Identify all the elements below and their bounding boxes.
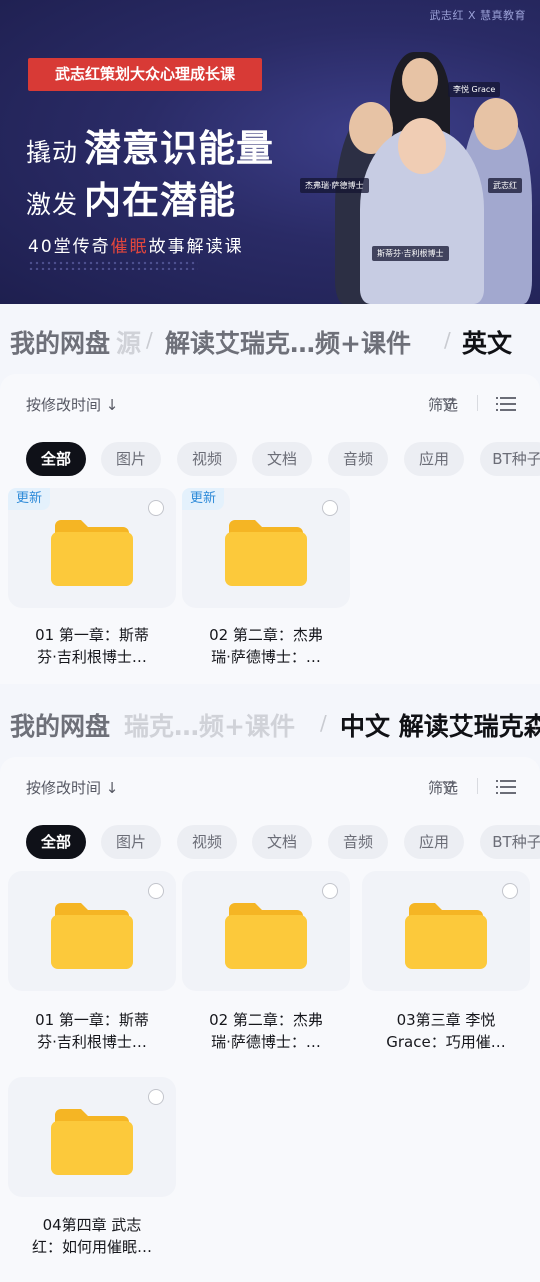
folder-icon [225, 520, 307, 586]
headline-1-text: 潜意识能量 [84, 127, 275, 170]
folder-icon [225, 903, 307, 969]
select-radio[interactable] [148, 883, 164, 899]
select-radio[interactable] [322, 500, 338, 516]
chip-all[interactable]: 全部 [26, 442, 86, 476]
select-radio[interactable] [148, 1089, 164, 1105]
chip-images[interactable]: 图片 [101, 442, 161, 476]
list-view-icon[interactable] [496, 396, 516, 412]
chip-all[interactable]: 全部 [26, 825, 86, 859]
banner-brand: 武志红 X 慧真教育 [429, 9, 526, 22]
chip-bt[interactable]: BT种子 [480, 825, 540, 859]
file-name-line-2: 芬·吉利根博士… [37, 648, 147, 666]
breadcrumb-current: 中文 解读艾瑞克森 [340, 712, 540, 741]
updated-badge: 更新 [182, 488, 225, 510]
file-name-line-1: 01 第一章：斯蒂 [35, 626, 149, 644]
speaker-head [398, 118, 446, 174]
breadcrumb-separator: / [444, 328, 451, 352]
file-name[interactable]: 02 第二章：杰弗 瑞·萨德博士：… [182, 1009, 350, 1053]
breadcrumb-root[interactable]: 我的网盘 [10, 324, 110, 360]
course-banner[interactable]: 武志红 X 慧真教育 武志红策划大众心理成长课 撬动 潜意识能量 激发 内在潜能 4… [0, 0, 540, 304]
divider [477, 778, 478, 794]
updated-badge: 更新 [8, 488, 51, 510]
headline-2-text: 内在潜能 [84, 179, 237, 222]
file-name-line-1: 01 第一章：斯蒂 [35, 1011, 149, 1029]
folder-icon [405, 903, 487, 969]
breadcrumb-faded[interactable]: 源 [116, 324, 141, 360]
breadcrumb-faded[interactable]: 瑞克…频+课件 [124, 707, 295, 743]
decor-dots [28, 260, 198, 270]
sort-by-modified-button[interactable]: 按修改时间 ↓ [26, 777, 118, 798]
file-name-line-2: 瑞·萨德博士：… [211, 648, 321, 666]
banner-subtitle: 40堂传奇催眠故事解读课 [28, 232, 244, 257]
breadcrumb-separator: / [320, 711, 327, 735]
speaker-name-wu: 武志红 [488, 178, 522, 193]
chip-audio[interactable]: 音频 [328, 825, 388, 859]
speaker-photo-gilligan [360, 118, 484, 304]
file-list-panel: 按修改时间 ↓ 筛选 全部 图片 视频 文档 音频 应用 BT种子 01 第一章… [0, 757, 540, 1282]
breadcrumb-separator: / [146, 328, 153, 352]
banner-headline-2: 激发 内在潜能 [26, 170, 236, 224]
chip-bt[interactable]: BT种子 [480, 442, 540, 476]
sort-bar: 按修改时间 ↓ 筛选 [0, 374, 540, 430]
sort-bar: 按修改时间 ↓ 筛选 [0, 757, 540, 813]
breadcrumb-root[interactable]: 我的网盘 [10, 707, 110, 743]
speaker-name-zeig: 杰弗瑞·萨德博士 [300, 178, 369, 193]
folder-icon [51, 903, 133, 969]
breadcrumb-parent[interactable]: 解读艾瑞克…频+课件 [165, 324, 411, 360]
folder-icon [51, 520, 133, 586]
file-name-line-2: 瑞·萨德博士：… [211, 1033, 321, 1051]
chip-audio[interactable]: 音频 [328, 442, 388, 476]
chip-apps[interactable]: 应用 [404, 825, 464, 859]
headline-1-prefix: 撬动 [26, 138, 79, 167]
folder-card[interactable] [8, 1077, 176, 1197]
divider [477, 395, 478, 411]
folder-card[interactable] [362, 871, 530, 991]
banner-tag: 武志红策划大众心理成长课 [28, 58, 262, 91]
chip-images[interactable]: 图片 [101, 825, 161, 859]
file-list-panel: 按修改时间 ↓ 筛选 全部 图片 视频 文档 音频 应用 BT种子 更新 01 … [0, 374, 540, 684]
subtitle-part-b: 故事解读课 [148, 237, 244, 257]
folder-icon [51, 1109, 133, 1175]
file-name[interactable]: 01 第一章：斯蒂 芬·吉利根博士… [8, 624, 176, 668]
select-radio[interactable] [148, 500, 164, 516]
folder-card[interactable]: 更新 [182, 488, 350, 608]
banner-headline-1: 撬动 潜意识能量 [26, 118, 274, 172]
file-name[interactable]: 04第四章 武志 红：如何用催眠… [8, 1214, 176, 1258]
sort-by-modified-button[interactable]: 按修改时间 ↓ [26, 394, 118, 415]
folder-card[interactable] [182, 871, 350, 991]
filter-icon[interactable] [442, 397, 456, 411]
file-name-line-1: 03第三章 李悦 [396, 1011, 496, 1029]
breadcrumb: 我的网盘 源 / 解读艾瑞克…频+课件 / 英文 [0, 306, 540, 376]
headline-2-prefix: 激发 [26, 190, 79, 219]
file-name[interactable]: 02 第二章：杰弗 瑞·萨德博士：… [182, 624, 350, 668]
file-name-line-2: Grace：巧用催… [386, 1033, 506, 1051]
list-view-icon[interactable] [496, 779, 516, 795]
file-name-line-2: 芬·吉利根博士… [37, 1033, 147, 1051]
speaker-head [474, 98, 518, 150]
select-radio[interactable] [322, 883, 338, 899]
breadcrumb: 我的网盘 瑞克…频+课件 / 中文 解读艾瑞克森 [0, 689, 540, 759]
select-radio[interactable] [502, 883, 518, 899]
chip-apps[interactable]: 应用 [404, 442, 464, 476]
chip-documents[interactable]: 文档 [252, 825, 312, 859]
folder-card[interactable]: 更新 [8, 488, 176, 608]
chip-videos[interactable]: 视频 [177, 825, 237, 859]
file-name[interactable]: 01 第一章：斯蒂 芬·吉利根博士… [8, 1009, 176, 1053]
speaker-name-gilligan: 斯蒂芬·吉利根博士 [372, 246, 449, 261]
speaker-head [402, 58, 438, 102]
chip-documents[interactable]: 文档 [252, 442, 312, 476]
file-name[interactable]: 03第三章 李悦 Grace：巧用催… [362, 1009, 530, 1053]
subtitle-highlight: 催眠 [110, 237, 149, 257]
filter-icon[interactable] [442, 780, 456, 794]
folder-card[interactable] [8, 871, 176, 991]
subtitle-part-a: 40堂传奇 [28, 237, 111, 257]
chip-videos[interactable]: 视频 [177, 442, 237, 476]
speaker-name-grace: 李悦 Grace [448, 82, 501, 97]
file-name-line-1: 02 第二章：杰弗 [209, 626, 323, 644]
file-name-line-1: 04第四章 武志 [42, 1216, 142, 1234]
file-name-line-1: 02 第二章：杰弗 [209, 1011, 323, 1029]
breadcrumb-current: 英文 [462, 329, 513, 358]
file-name-line-2: 红：如何用催眠… [31, 1238, 152, 1256]
